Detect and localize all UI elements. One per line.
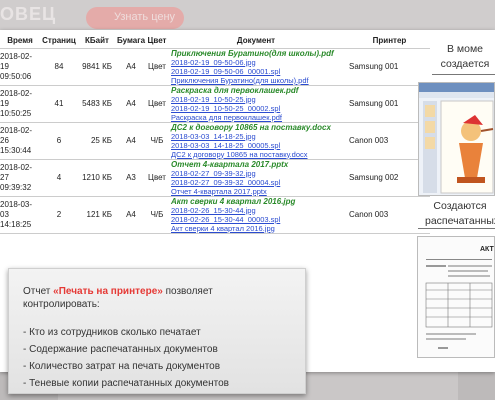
cell-color: Цвет: [146, 48, 168, 86]
screenshot-link[interactable]: 2018-03-03_14-18-25.jpg: [171, 132, 344, 141]
cell-color: Ч/Б: [146, 196, 168, 234]
cell-document: Приключения Буратино(для школы).pdf 2018-…: [168, 48, 344, 86]
table-row: 2018-02-19 09:50:06 84 9841 КБ A4 Цвет Приключ…: [0, 48, 430, 86]
act-document-preview: АКТ №: [417, 236, 495, 358]
cell-pages: 6: [40, 122, 78, 160]
cell-kb: 9841 КБ: [78, 48, 116, 86]
cell-paper: A4: [116, 48, 146, 86]
table-row: 2018-02-26 15:30:44 6 25 КБ A4 Ч/Б ДС2 к догов…: [0, 122, 430, 160]
cell-time: 2018-02-27 09:39:32: [0, 159, 40, 197]
cell-printer: Samsung 001: [344, 48, 430, 86]
document-file-link[interactable]: Раскраска для первоклашек.pdf: [171, 113, 344, 122]
screenshot-link[interactable]: 2018-02-19_09-50-06.jpg: [171, 58, 344, 67]
document-title: Раскраска для первоклашек.pdf: [171, 85, 299, 95]
cell-pages: 2: [40, 196, 78, 234]
cell-document: Отчет 4-квартала 2017.pptx 2018-02-27_09-…: [168, 159, 344, 197]
screenshot-link[interactable]: 2018-02-27_09-39-32.jpg: [171, 169, 344, 178]
cell-document: ДС2 к договору 10865 на поставку.docx 201…: [168, 122, 344, 160]
spool-file-link[interactable]: 2018-02-19_09-50-06_00001.spl: [171, 67, 344, 76]
col-kb: КБайт: [78, 34, 116, 49]
cell-document: Акт сверки 4 квартал 2016.jpg 2018-02-26_…: [168, 196, 344, 234]
col-color: Цвет: [146, 34, 168, 49]
spool-file-link[interactable]: 2018-02-19_10-50-25_00002.spl: [171, 104, 344, 113]
cell-pages: 41: [40, 85, 78, 123]
document-title: Приключения Буратино(для школы).pdf: [171, 48, 334, 58]
col-printer: Принтер: [344, 34, 430, 49]
cell-paper: A4: [116, 196, 146, 234]
cell-time: 2018-03-03 14:18:25: [0, 196, 40, 234]
screenshot-link[interactable]: 2018-02-26_15-30-44.jpg: [171, 206, 344, 215]
document-file-link[interactable]: Приключения Буратино(для школы).pdf: [171, 76, 344, 85]
cell-pages: 4: [40, 159, 78, 197]
cell-kb: 5483 КБ: [78, 85, 116, 123]
document-title: Акт сверки 4 квартал 2016.jpg: [171, 196, 296, 206]
report-panel: Время Страниц КБайт Бумага Цвет Документ…: [0, 30, 495, 394]
note-created-line: [418, 228, 495, 229]
info-item: - Теневые копии распечатанных документов: [23, 378, 229, 389]
note-moment-line: [432, 74, 495, 75]
note-moment: В моме создается: [440, 43, 490, 70]
document-file-link[interactable]: Отчет 4-квартала 2017.pptx: [171, 187, 344, 196]
cell-paper: A4: [116, 85, 146, 123]
info-list: - Кто из сотрудников сколько печатает - …: [23, 324, 291, 392]
background-header: [0, 0, 495, 30]
cell-document: Раскраска для первоклашек.pdf 2018-02-19_…: [168, 85, 344, 123]
table-row: 2018-03-03 14:18:25 2 121 КБ A4 Ч/Б Акт сверки…: [0, 196, 430, 234]
cell-time: 2018-02-26 15:30:44: [0, 122, 40, 160]
table-row: 2018-02-19 10:50:25 41 5483 КБ A4 Цвет Раскрас…: [0, 85, 430, 123]
document-title: ДС2 к договору 10865 на поставку.docx: [171, 122, 331, 132]
background-title: ОВЕЦ: [0, 4, 57, 24]
cell-color: Цвет: [146, 159, 168, 197]
col-paper: Бумага: [116, 34, 146, 49]
spool-file-link[interactable]: 2018-02-26_15-30-44_00003.spl: [171, 215, 344, 224]
note-created: Создаются распечатанных до: [425, 200, 495, 227]
info-item: - Содержание распечатанных документов: [23, 344, 218, 355]
cell-kb: 121 КБ: [78, 196, 116, 234]
col-pages: Страниц: [40, 34, 78, 49]
info-item: - Кто из сотрудников сколько печатает: [23, 327, 201, 338]
info-item: - Количество затрат на печать документов: [23, 361, 221, 372]
cell-kb: 25 КБ: [78, 122, 116, 160]
spool-file-link[interactable]: 2018-03-03_14-18-25_00005.spl: [171, 141, 344, 150]
cell-time: 2018-02-19 09:50:06: [0, 48, 40, 86]
screenshot-link[interactable]: 2018-02-19_10-50-25.jpg: [171, 95, 344, 104]
table-header-row: Время Страниц КБайт Бумага Цвет Документ…: [0, 34, 430, 49]
report-name: «Печать на принтере»: [53, 286, 163, 297]
print-report-table: Время Страниц КБайт Бумага Цвет Документ…: [0, 34, 430, 234]
document-file-link[interactable]: ДС2 к договору 10865 на поставку.docx: [171, 150, 344, 159]
cell-color: Ч/Б: [146, 122, 168, 160]
act-title: АКТ №: [480, 245, 495, 253]
cell-kb: 1210 КБ: [78, 159, 116, 197]
document-title: Отчет 4-квартала 2017.pptx: [171, 159, 289, 169]
print-preview-image: [418, 82, 495, 196]
cell-paper: A4: [116, 122, 146, 160]
spool-file-link[interactable]: 2018-02-27_09-39-32_00004.spl: [171, 178, 344, 187]
info-lead: Отчет «Печать на принтере» позволяет кон…: [23, 286, 213, 310]
document-file-link[interactable]: Акт сверки 4 квартал 2016.jpg: [171, 224, 344, 233]
get-price-label: Узнать цену: [114, 11, 176, 23]
report-info-box: Отчет «Печать на принтере» позволяет кон…: [8, 268, 306, 394]
cell-pages: 84: [40, 48, 78, 86]
col-document: Документ: [168, 34, 344, 49]
cell-paper: A3: [116, 159, 146, 197]
get-price-button[interactable]: Узнать цену: [86, 7, 184, 29]
col-time: Время: [0, 34, 40, 49]
cell-time: 2018-02-19 10:50:25: [0, 85, 40, 123]
cell-color: Цвет: [146, 85, 168, 123]
table-row: 2018-02-27 09:39:32 4 1210 КБ A3 Цвет Отчет 4-…: [0, 159, 430, 197]
